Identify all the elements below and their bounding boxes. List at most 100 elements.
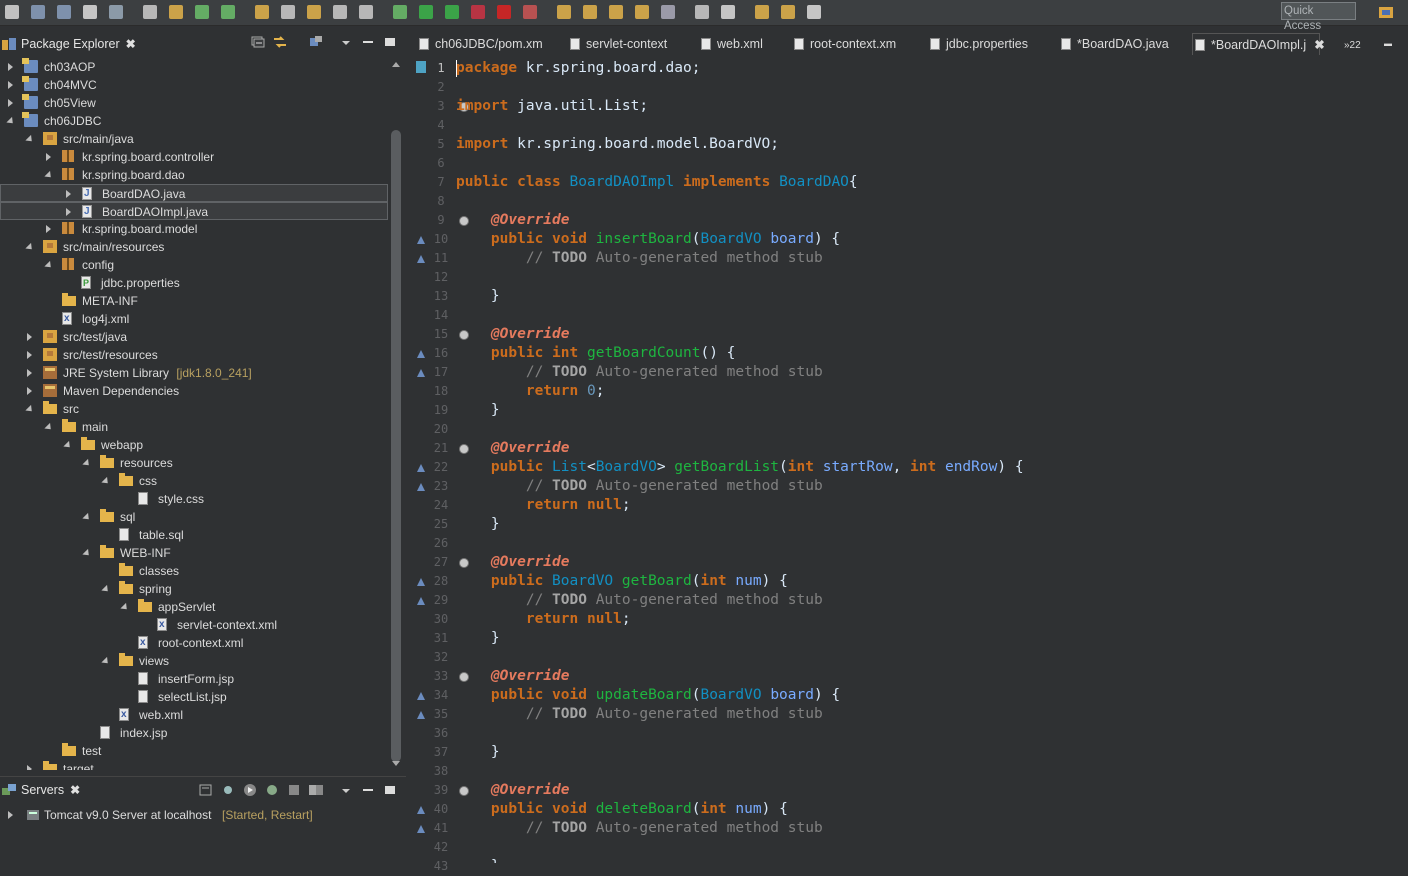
debug-icon[interactable] bbox=[393, 5, 407, 19]
close-icon[interactable]: ✖ bbox=[70, 783, 80, 797]
view-menu-icon[interactable] bbox=[338, 35, 354, 49]
terminal-icon[interactable] bbox=[109, 5, 123, 19]
highlight-icon[interactable] bbox=[255, 5, 269, 19]
minimize-icon[interactable] bbox=[360, 35, 376, 49]
editor-tab[interactable]: servlet-context bbox=[570, 33, 690, 55]
tree-item[interactable]: config bbox=[0, 256, 388, 274]
tree-item[interactable]: index.jsp bbox=[0, 724, 388, 742]
focus-icon[interactable] bbox=[308, 35, 324, 49]
tree-item[interactable]: src/main/resources bbox=[0, 238, 388, 256]
chevron-right-icon[interactable] bbox=[25, 382, 35, 400]
chevron-right-icon[interactable] bbox=[44, 220, 54, 238]
chevron-right-icon[interactable] bbox=[64, 203, 74, 221]
tree-item[interactable]: WEB-INF bbox=[0, 544, 388, 562]
package-explorer-tree[interactable]: ch03AOP ch04MVC ch05View ch06JDBC src/main/j… bbox=[0, 58, 388, 770]
open-task-icon[interactable] bbox=[307, 5, 321, 19]
tree-item[interactable]: kr.spring.board.controller bbox=[0, 148, 388, 166]
maximize-icon[interactable] bbox=[382, 35, 398, 49]
tab-overflow-button[interactable]: »22 bbox=[1344, 33, 1361, 55]
tree-item[interactable]: src/test/resources bbox=[0, 346, 388, 364]
tree-item[interactable]: root-context.xml bbox=[0, 634, 388, 652]
tree-item[interactable]: jdbc.properties bbox=[0, 274, 388, 292]
refresh-icon[interactable] bbox=[195, 5, 209, 19]
chevron-down-icon[interactable] bbox=[120, 598, 130, 616]
tree-item[interactable]: selectList.jsp bbox=[0, 688, 388, 706]
tree-item[interactable]: sql bbox=[0, 508, 388, 526]
skip-breakpoints-icon[interactable] bbox=[143, 5, 157, 19]
chevron-down-icon[interactable] bbox=[25, 238, 35, 256]
tree-item[interactable]: META-INF bbox=[0, 292, 388, 310]
chevron-down-icon[interactable] bbox=[25, 400, 35, 418]
maximize-icon[interactable] bbox=[382, 783, 398, 797]
server-item[interactable]: Tomcat v9.0 Server at localhost [Started… bbox=[0, 806, 388, 824]
collapse-all-icon[interactable] bbox=[250, 35, 266, 49]
chevron-down-icon[interactable] bbox=[44, 256, 54, 274]
tree-item[interactable]: table.sql bbox=[0, 526, 388, 544]
tree-item[interactable]: insertForm.jsp bbox=[0, 670, 388, 688]
tree-item[interactable]: kr.spring.board.model bbox=[0, 220, 388, 238]
tree-item[interactable]: spring bbox=[0, 580, 388, 598]
tree-item[interactable]: src/test/java bbox=[0, 328, 388, 346]
editor-tab[interactable]: root-context.xm bbox=[794, 33, 919, 55]
doc-icon[interactable] bbox=[721, 5, 735, 19]
chevron-down-icon[interactable] bbox=[6, 112, 16, 130]
toggle-icon[interactable] bbox=[359, 5, 373, 19]
chevron-down-icon[interactable] bbox=[82, 454, 92, 472]
run-icon[interactable] bbox=[419, 5, 433, 19]
editor-tab[interactable]: ch06JDBC/pom.xm bbox=[419, 33, 559, 55]
chevron-right-icon[interactable] bbox=[25, 328, 35, 346]
editor-body[interactable]: 1 2 3 4 5 6 7 8 9 10 11 12 13 14 15 16 17 18 19 20 21 22 23 24 2… bbox=[412, 58, 1408, 873]
spring-icon[interactable] bbox=[221, 5, 235, 19]
chevron-down-icon[interactable] bbox=[82, 544, 92, 562]
tree-item[interactable]: ch05View bbox=[0, 94, 388, 112]
new-icon[interactable] bbox=[5, 5, 19, 19]
step-icon[interactable] bbox=[695, 5, 709, 19]
chevron-down-icon[interactable] bbox=[44, 418, 54, 436]
tree-item[interactable]: kr.spring.board.dao bbox=[0, 166, 388, 184]
tree-item[interactable]: web.xml bbox=[0, 706, 388, 724]
tree-item[interactable]: classes bbox=[0, 562, 388, 580]
tree-item[interactable]: test bbox=[0, 742, 388, 760]
tree-scrollbar[interactable] bbox=[388, 58, 404, 770]
scroll-up-icon[interactable] bbox=[392, 62, 400, 67]
tree-item[interactable]: BoardDAOImpl.java bbox=[0, 202, 388, 221]
code-area[interactable]: package kr.spring.board.dao; import java.… bbox=[456, 58, 1406, 863]
chevron-right-icon[interactable] bbox=[44, 148, 54, 166]
tree-item[interactable]: appServlet bbox=[0, 598, 388, 616]
pencil-icon[interactable] bbox=[609, 5, 623, 19]
tree-item[interactable]: ch06JDBC bbox=[0, 112, 388, 130]
open-editor-icon[interactable] bbox=[583, 5, 597, 19]
editor-tab[interactable]: *BoardDAO.java bbox=[1061, 33, 1181, 55]
chevron-right-icon[interactable] bbox=[25, 346, 35, 364]
stop-server-icon[interactable] bbox=[286, 783, 302, 797]
profile-icon[interactable] bbox=[83, 5, 97, 19]
chevron-right-icon[interactable] bbox=[6, 76, 16, 94]
chevron-right-icon[interactable] bbox=[64, 185, 74, 203]
previous-icon[interactable] bbox=[781, 5, 795, 19]
tree-item[interactable]: css bbox=[0, 472, 388, 490]
folder-icon[interactable] bbox=[635, 5, 649, 19]
tree-item[interactable]: Maven Dependencies bbox=[0, 382, 388, 400]
java-perspective-icon[interactable] bbox=[1378, 4, 1394, 20]
minimize-icon[interactable] bbox=[360, 783, 376, 797]
tree-item[interactable]: webapp bbox=[0, 436, 388, 454]
link-with-editor-icon[interactable] bbox=[272, 35, 288, 49]
servers-tab[interactable]: Servers ✖ bbox=[2, 779, 80, 801]
tree-item[interactable]: main bbox=[0, 418, 388, 436]
minimize-icon[interactable]: ▬ bbox=[1384, 33, 1392, 55]
tree-item[interactable]: BoardDAO.java bbox=[0, 184, 388, 203]
forward-icon[interactable] bbox=[807, 5, 821, 19]
tree-item[interactable]: log4j.xml bbox=[0, 310, 388, 328]
back-icon[interactable] bbox=[755, 5, 769, 19]
open-folder-icon[interactable] bbox=[557, 5, 571, 19]
chevron-right-icon[interactable] bbox=[25, 364, 35, 382]
close-icon[interactable]: ✖ bbox=[126, 37, 136, 51]
tree-item[interactable]: target bbox=[0, 760, 388, 770]
chevron-down-icon[interactable] bbox=[44, 166, 54, 184]
save-icon[interactable] bbox=[31, 5, 45, 19]
chevron-down-icon[interactable] bbox=[101, 652, 111, 670]
view-menu-icon[interactable] bbox=[338, 783, 354, 797]
start-server-icon[interactable] bbox=[242, 783, 258, 797]
tree-item[interactable]: ch03AOP bbox=[0, 58, 388, 76]
chevron-down-icon[interactable] bbox=[101, 580, 111, 598]
